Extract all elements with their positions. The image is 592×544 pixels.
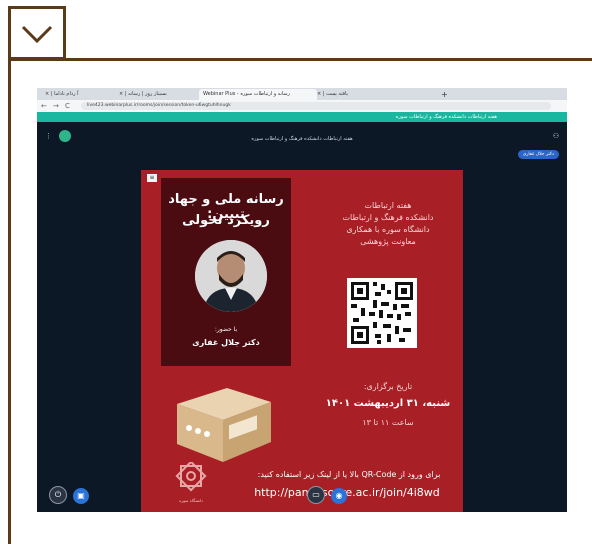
webinar-room: ⋮ هفته ارتباطات دانشکده فرهنگ و ارتباطات… bbox=[37, 122, 567, 512]
university-name: دانشگاه سوره bbox=[179, 498, 203, 503]
event-time: ساعت ۱۱ تا ۱۳ bbox=[362, 418, 414, 427]
chevron-down-icon bbox=[21, 25, 53, 44]
screen-share-button[interactable]: ▣ bbox=[73, 488, 89, 504]
slide-menu-icon[interactable]: ≡ bbox=[147, 174, 157, 182]
session-banner-text: هفته ارتباطات دانشکده فرهنگ و ارتباطات س… bbox=[395, 114, 497, 120]
join-instructions: برای ورود از QR-Code بالا یا از لینک زیر… bbox=[257, 470, 441, 479]
speaker-photo bbox=[195, 240, 267, 312]
session-banner: هفته ارتباطات دانشکده فرهنگ و ارتباطات س… bbox=[37, 112, 567, 122]
microphone-button[interactable]: ◉ bbox=[331, 488, 347, 504]
leave-button[interactable]: ⏻ bbox=[49, 486, 67, 504]
cardboard-box-illustration bbox=[167, 378, 277, 464]
date-label: تاریخ برگزاری: bbox=[363, 382, 413, 391]
camera-button[interactable]: ▭ bbox=[307, 486, 325, 504]
speaker-name: دکتر جلال غفاری bbox=[192, 338, 260, 347]
collapse-toggle[interactable] bbox=[8, 6, 66, 60]
forward-icon[interactable]: → bbox=[53, 101, 59, 111]
frame-left-border bbox=[8, 58, 11, 544]
event-line: معاونت پژوهشی bbox=[360, 237, 416, 246]
qr-code bbox=[347, 278, 417, 348]
back-icon[interactable]: ← bbox=[41, 101, 47, 111]
event-date: شنبه، ۳۱ اردیبهشت ۱۴۰۱ bbox=[325, 398, 451, 409]
url-input[interactable]: live423.webinarplus.ir/rooms/join/sessio… bbox=[81, 102, 551, 110]
frame-top-border bbox=[8, 58, 592, 61]
reload-icon[interactable]: C bbox=[65, 101, 70, 111]
browser-tab[interactable]: × | بسیناز روز | رسانه bbox=[115, 89, 203, 100]
event-line: هفته ارتباطات bbox=[364, 201, 412, 210]
presenter-chip[interactable]: دکتر جلال غفاری bbox=[517, 150, 559, 159]
event-info: هفته ارتباطات دانشکده فرهنگ و ارتباطات د… bbox=[313, 200, 463, 248]
browser-address-bar: ← → C live423.webinarplus.ir/rooms/join/… bbox=[37, 100, 567, 112]
participants-icon[interactable]: ⚇ bbox=[553, 132, 559, 140]
with-label: با حضور: bbox=[214, 326, 238, 333]
browser-tab[interactable]: × | آ ردام ناداما bbox=[41, 89, 119, 100]
new-tab-button[interactable]: + bbox=[437, 89, 457, 100]
join-link[interactable]: http://panel.soore.ac.ir/join/4i8wd bbox=[231, 486, 463, 499]
presentation-slide: ≡ رسانه ملی و جهاد تبیین: رویکرد تحولی ب… bbox=[141, 170, 463, 512]
webinar-screenshot: × | آ ردام ناداما × | بسیناز روز | رسانه… bbox=[37, 88, 567, 512]
browser-tab[interactable]: × | یافته پست bbox=[313, 89, 441, 100]
event-line: دانشکده فرهنگ و ارتباطات bbox=[342, 213, 434, 222]
event-line: دانشگاه سوره با همکاری bbox=[346, 225, 430, 234]
room-title: هفته ارتباطات دانشکده فرهنگ و ارتباطات س… bbox=[251, 136, 353, 142]
speaker-panel: رسانه ملی و جهاد تبیین: رویکرد تحولی با … bbox=[161, 178, 291, 366]
browser-tab-active[interactable]: Webinar Plus - رسانه و ارتباطات سوره bbox=[199, 89, 317, 100]
slide-title-line2: رویکرد تحولی bbox=[182, 213, 270, 228]
browser-tab-bar: × | آ ردام ناداما × | بسیناز روز | رسانه… bbox=[37, 88, 567, 100]
